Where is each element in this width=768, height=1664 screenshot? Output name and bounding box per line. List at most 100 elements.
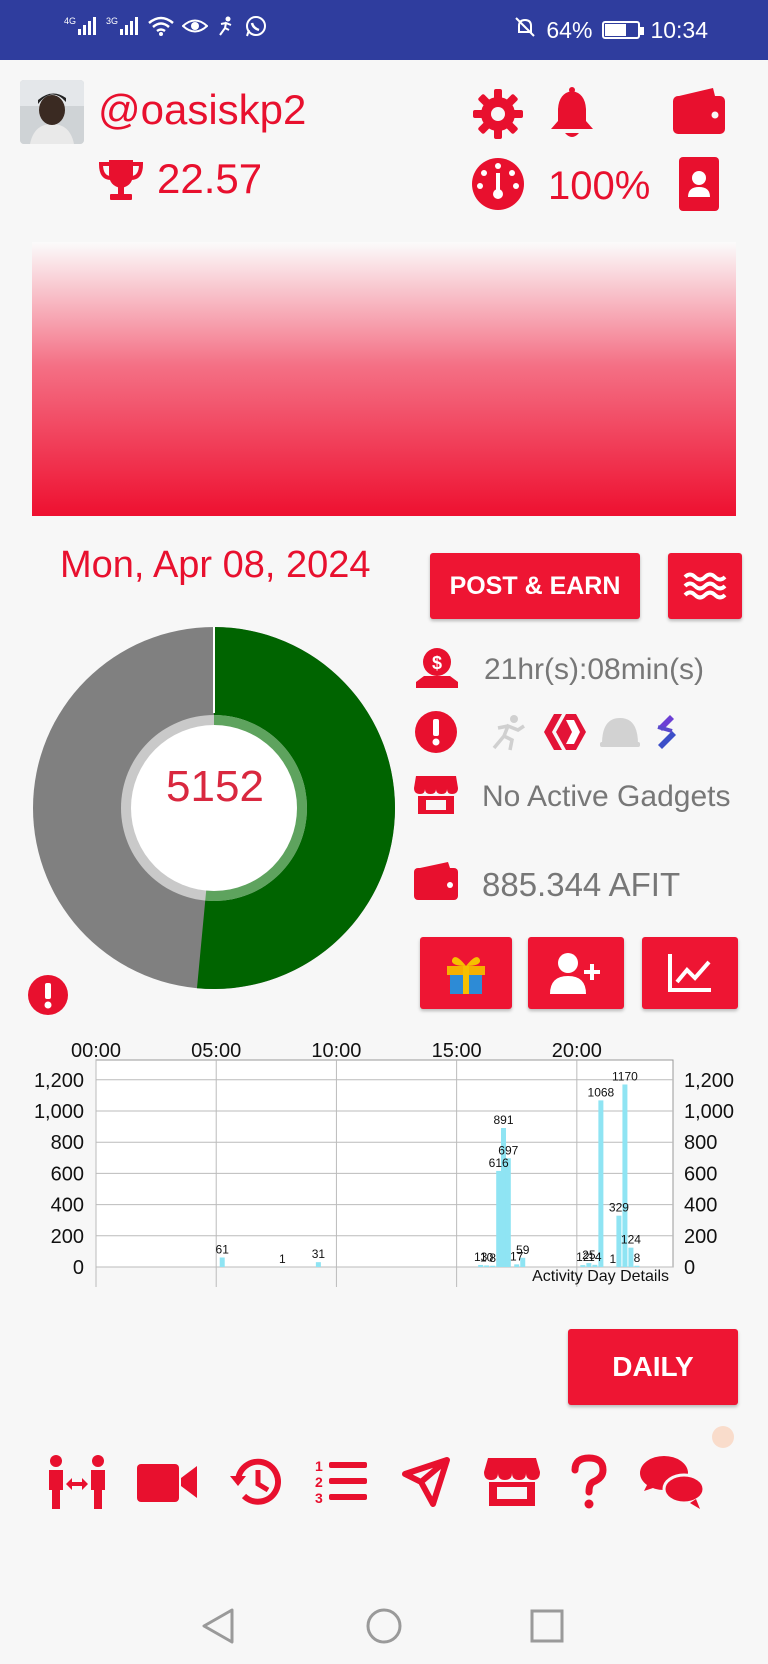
gift-icon: [447, 957, 485, 994]
post-earn-button[interactable]: POST & EARN: [430, 553, 640, 619]
store-icon: [414, 772, 458, 821]
svg-text:3: 3: [315, 1490, 323, 1506]
svg-text:$: $: [432, 653, 442, 673]
wallet-icon[interactable]: [670, 84, 728, 138]
activity-bar: [484, 1265, 490, 1267]
activity-bar: [592, 1264, 598, 1267]
whatsapp-icon: [244, 14, 268, 43]
x-tick-label: 10:00: [311, 1040, 361, 1062]
percent-value: 100%: [548, 164, 651, 208]
y-tick-label-right: 1,000: [684, 1101, 734, 1123]
share-nodes-icon[interactable]: [399, 1454, 455, 1515]
gadgets-text: No Active Gadgets: [482, 779, 731, 813]
x-tick-label: 00:00: [71, 1040, 121, 1062]
bar-value-label: 124: [621, 1233, 641, 1247]
wallet-icon: [414, 862, 458, 907]
bar-value-label: 891: [493, 1113, 513, 1127]
status-icons-row: [414, 710, 676, 759]
bar-value-label: 8: [489, 1251, 496, 1265]
user-plus-icon: [550, 953, 600, 994]
svg-text:1: 1: [315, 1458, 323, 1474]
alert-icon[interactable]: [414, 710, 458, 759]
timer-row: $ 21hr(s):08min(s): [414, 644, 704, 695]
svg-text:4G: 4G: [64, 16, 76, 26]
helmet-icon: [600, 714, 640, 755]
balance-text: 885.344 AFIT: [482, 865, 681, 903]
bottom-nav: 123: [46, 1452, 706, 1516]
activity-bar: [580, 1265, 586, 1267]
warning-icon[interactable]: [27, 974, 69, 1021]
gift-button[interactable]: [420, 937, 512, 1009]
help-question-icon[interactable]: [569, 1453, 609, 1515]
y-tick-label-right: 400: [684, 1195, 717, 1217]
contact-card-icon[interactable]: [678, 156, 720, 212]
username[interactable]: @oasiskp2: [98, 86, 306, 134]
waves-menu-button[interactable]: [668, 553, 742, 619]
activity-bar: [634, 1265, 640, 1267]
waves-icon: [683, 572, 727, 600]
status-right: 64% 10:34: [514, 16, 708, 44]
balance-row: 885.344 AFIT: [414, 862, 680, 907]
y-tick-label-left: 200: [51, 1226, 84, 1248]
bell-icon[interactable]: [544, 86, 600, 142]
x-tick-label: 20:00: [552, 1040, 602, 1062]
y-tick-label-right: 0: [684, 1257, 695, 1279]
mute-bell-icon: [514, 16, 536, 44]
stats-chart-button[interactable]: [642, 937, 738, 1009]
runner-icon: [216, 15, 236, 42]
ordered-list-icon[interactable]: 123: [313, 1457, 369, 1512]
bar-value-label: 14: [588, 1250, 602, 1264]
bar-value-label: 616: [489, 1156, 509, 1170]
recents-icon: [530, 1609, 564, 1643]
y-tick-label-right: 800: [684, 1132, 717, 1154]
activity-bar: [478, 1264, 484, 1267]
activity-bar: [315, 1262, 321, 1267]
bar-value-label: 697: [498, 1143, 518, 1157]
steps-count: 5152: [166, 762, 264, 811]
bar-value-label: 1: [610, 1252, 617, 1266]
chat-bubbles-icon[interactable]: [638, 1453, 706, 1516]
store-icon[interactable]: [483, 1454, 540, 1515]
bar-value-label: 59: [516, 1243, 530, 1257]
y-tick-label-right: 600: [684, 1163, 717, 1185]
status-bar: 4G 3G 64% 10:34: [0, 0, 768, 60]
daily-button[interactable]: DAILY: [568, 1329, 738, 1405]
eye-icon: [181, 15, 209, 42]
y-tick-label-left: 1,200: [34, 1070, 84, 1092]
gear-icon[interactable]: [470, 86, 526, 142]
avatar[interactable]: [20, 80, 84, 144]
history-icon[interactable]: [228, 1454, 284, 1515]
home-icon: [366, 1608, 402, 1644]
bar-value-label: 61: [216, 1242, 230, 1256]
activity-bar-chart: 611 31 13108616891697175912251410681329117…: [34, 1040, 734, 1287]
clock: 10:34: [650, 16, 708, 43]
y-tick-label-left: 400: [51, 1195, 84, 1217]
current-date: Mon, Apr 08, 2024: [60, 544, 371, 586]
bar-value-label: 1068: [588, 1085, 615, 1099]
y-tick-label-left: 0: [73, 1257, 84, 1279]
y-tick-label-left: 600: [51, 1163, 84, 1185]
activity-bar: [219, 1257, 225, 1267]
trophy-icon: [96, 155, 146, 205]
activity-bar: [598, 1100, 604, 1267]
banner-area: [32, 242, 736, 516]
activity-bar: [490, 1265, 496, 1267]
activity-bar: [514, 1264, 520, 1267]
add-friend-button[interactable]: [528, 937, 624, 1009]
wifi-icon: [148, 15, 174, 42]
transfer-people-icon[interactable]: [46, 1454, 108, 1515]
signal-icon-2: 3G: [106, 15, 140, 42]
bar-value-label: 8: [634, 1251, 641, 1265]
gauge-icon[interactable]: [470, 156, 526, 212]
system-nav-bar: [0, 1590, 768, 1664]
video-camera-icon[interactable]: [137, 1460, 199, 1509]
svg-text:3G: 3G: [106, 16, 118, 26]
splinterlands-icon: [654, 713, 676, 756]
svg-text:2: 2: [315, 1474, 323, 1490]
y-tick-label-left: 800: [51, 1132, 84, 1154]
y-tick-label-left: 1,000: [34, 1101, 84, 1123]
signal-icon: 4G: [64, 15, 98, 42]
bar-value-label: 31: [312, 1247, 326, 1261]
x-tick-label: 05:00: [191, 1040, 241, 1062]
score-value: 22.57: [157, 155, 263, 202]
